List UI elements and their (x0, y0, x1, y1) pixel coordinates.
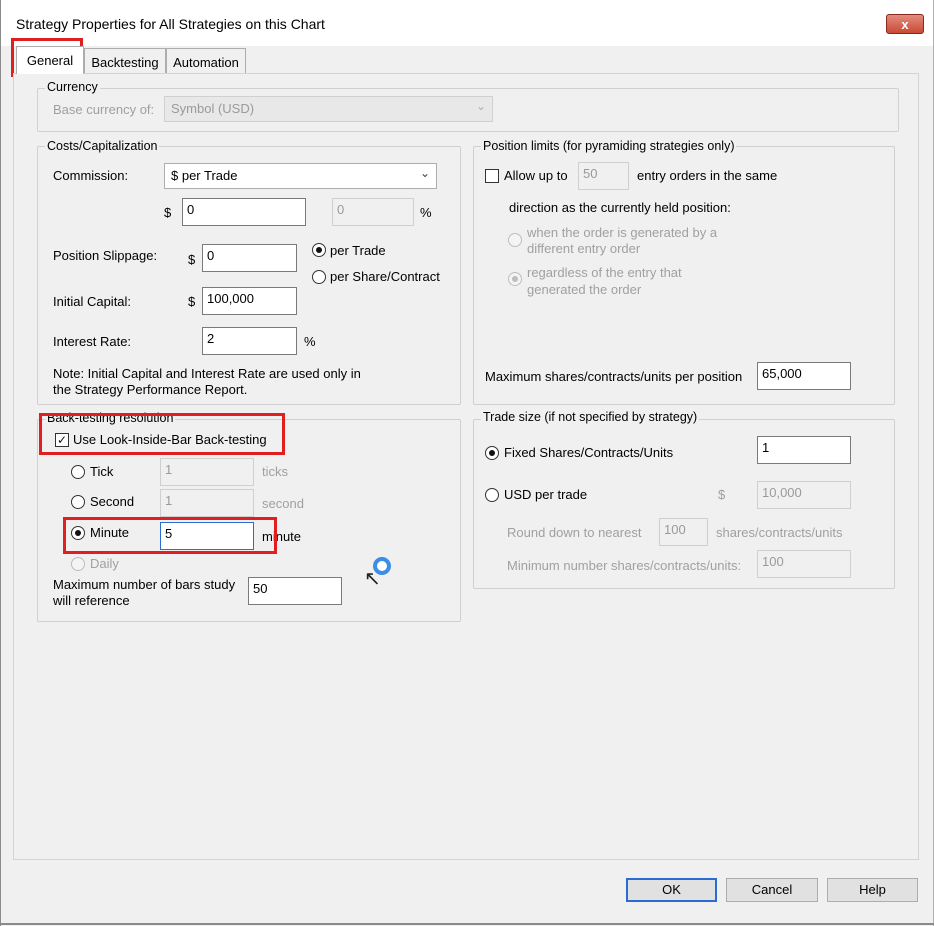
window-title: Strategy Properties for All Strategies o… (16, 16, 325, 32)
allow-up-to-checkbox[interactable] (485, 169, 499, 183)
usd-per-trade-radio[interactable] (485, 488, 499, 502)
tick-unit-label: ticks (262, 464, 288, 479)
chevron-down-icon: ⌄ (419, 166, 430, 180)
checkmark-icon: ✓ (56, 433, 68, 447)
commission-dollar-symbol: $ (164, 205, 172, 220)
cancel-button[interactable]: Cancel (726, 878, 818, 902)
commission-value-input[interactable]: 0 (182, 198, 306, 226)
regardless-entry-line2: generated the order (527, 282, 642, 297)
second-value-input: 1 (160, 489, 254, 517)
max-bars-input[interactable]: 50 (248, 577, 342, 605)
window-border-bottom (0, 923, 934, 925)
daily-radio (71, 557, 85, 571)
commission-label: Commission: (53, 168, 129, 183)
look-inside-bar-checkbox[interactable]: ✓ (55, 433, 69, 447)
base-currency-select: Symbol (USD) ⌄ (164, 96, 493, 122)
per-trade-radio[interactable] (312, 243, 326, 257)
interest-percent-symbol: % (304, 334, 316, 349)
different-entry-line2: different entry order (527, 241, 641, 256)
trade-size-title: Trade size (if not specified by strategy… (481, 410, 700, 424)
initial-capital-label: Initial Capital: (53, 294, 132, 309)
minute-radio[interactable] (71, 526, 85, 540)
per-trade-label: per Trade (330, 243, 386, 258)
fixed-shares-radio[interactable] (485, 446, 499, 460)
strategy-properties-dialog: Strategy Properties for All Strategies o… (0, 0, 934, 926)
close-button[interactable]: x (886, 14, 924, 34)
backtesting-resolution-title: Back-testing resolution (45, 411, 176, 425)
second-radio[interactable] (71, 495, 85, 509)
daily-label: Daily (90, 556, 119, 571)
regardless-entry-line1: regardless of the entry that (527, 265, 682, 280)
mouse-pointer-icon: ↖ (364, 568, 381, 590)
max-shares-per-position-input[interactable]: 65,000 (757, 362, 851, 390)
help-button[interactable]: Help (827, 878, 918, 902)
currency-group-title: Currency (45, 80, 100, 94)
tab-general[interactable]: General (16, 46, 84, 74)
per-share-contract-radio[interactable] (312, 270, 326, 284)
capital-note-line1: Note: Initial Capital and Interest Rate … (53, 366, 361, 381)
commission-type-select[interactable]: $ per Trade ⌄ (164, 163, 437, 189)
fixed-shares-label: Fixed Shares/Contracts/Units (504, 445, 674, 460)
second-label: Second (90, 494, 135, 509)
entry-orders-label: entry orders in the same (637, 168, 778, 183)
direction-label: direction as the currently held position… (509, 200, 731, 215)
max-bars-label-line1: Maximum number of bars study (53, 577, 236, 592)
initial-capital-dollar-symbol: $ (188, 294, 196, 309)
commission-percent-symbol: % (420, 205, 432, 220)
usd-dollar-symbol: $ (718, 487, 726, 502)
round-down-unit-label: shares/contracts/units (716, 525, 843, 540)
round-down-input: 100 (659, 518, 708, 546)
interest-rate-label: Interest Rate: (53, 334, 132, 349)
initial-capital-input[interactable]: 100,000 (202, 287, 297, 315)
tab-automation[interactable]: Automation (166, 48, 246, 74)
slippage-dollar-symbol: $ (188, 252, 196, 267)
base-currency-label: Base currency of: (53, 102, 155, 117)
slippage-input[interactable]: 0 (202, 244, 297, 272)
look-inside-bar-label: Use Look-Inside-Bar Back-testing (73, 432, 267, 447)
different-entry-line1: when the order is generated by a (527, 225, 718, 240)
position-limits-title: Position limits (for pyramiding strategi… (481, 139, 737, 153)
allow-up-to-label: Allow up to (504, 168, 568, 183)
commission-percent-input: 0 (332, 198, 414, 226)
allow-up-to-input: 50 (578, 162, 629, 190)
interest-rate-input[interactable]: 2 (202, 327, 297, 355)
minute-value-input[interactable]: 5 (160, 522, 254, 550)
tick-radio[interactable] (71, 465, 85, 479)
second-unit-label: second (262, 496, 304, 511)
minute-unit-label: minute (262, 529, 302, 544)
tick-label: Tick (90, 464, 114, 479)
usd-per-trade-input: 10,000 (757, 481, 851, 509)
different-entry-order-radio (508, 233, 522, 247)
fixed-shares-input[interactable]: 1 (757, 436, 851, 464)
max-bars-label-line2: will reference (53, 593, 130, 608)
minute-label: Minute (90, 525, 130, 540)
close-icon: x (901, 16, 909, 32)
costs-group-title: Costs/Capitalization (45, 139, 160, 153)
minimum-number-input: 100 (757, 550, 851, 578)
round-down-label: Round down to nearest (507, 525, 642, 540)
title-bar: Strategy Properties for All Strategies o… (0, 0, 934, 46)
window-border-left (0, 0, 1, 926)
tick-value-input: 1 (160, 458, 254, 486)
regardless-entry-radio (508, 272, 522, 286)
per-share-contract-label: per Share/Contract (330, 269, 440, 284)
capital-note-line2: the Strategy Performance Report. (53, 382, 248, 397)
tab-backtesting[interactable]: Backtesting (84, 48, 166, 74)
slippage-label: Position Slippage: (53, 248, 158, 263)
chevron-down-icon: ⌄ (475, 99, 486, 113)
ok-button[interactable]: OK (626, 878, 717, 902)
usd-per-trade-label: USD per trade (504, 487, 588, 502)
minimum-number-label: Minimum number shares/contracts/units: (507, 558, 742, 573)
max-shares-per-position-label: Maximum shares/contracts/units per posit… (485, 369, 743, 384)
